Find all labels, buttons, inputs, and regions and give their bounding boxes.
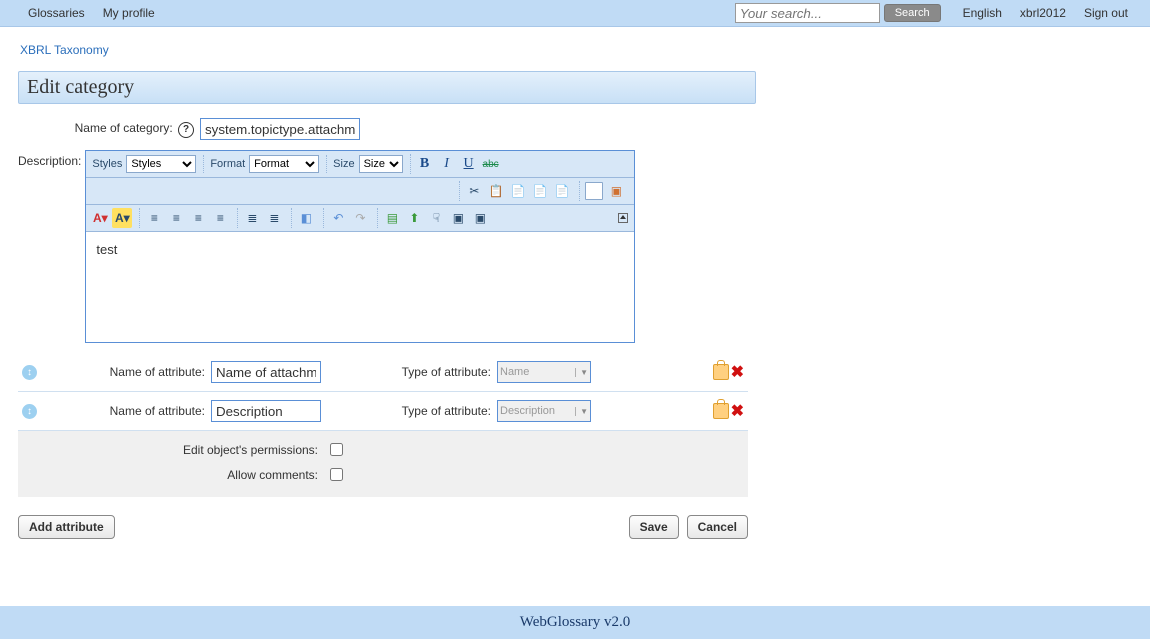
paste-button[interactable]: 📄 bbox=[508, 181, 528, 201]
permissions-section: Edit object's permissions: Allow comment… bbox=[18, 431, 748, 497]
size-select[interactable]: Size bbox=[359, 155, 403, 173]
breadcrumb[interactable]: XBRL Taxonomy bbox=[20, 43, 1132, 57]
size-label: Size bbox=[331, 158, 356, 170]
copy-button[interactable]: 📋 bbox=[486, 181, 506, 201]
redo-button[interactable]: ↷ bbox=[350, 208, 370, 228]
attr-name-input[interactable] bbox=[211, 400, 321, 422]
collapse-toolbar-button[interactable] bbox=[618, 213, 628, 223]
attr-type-label: Type of attribute: bbox=[321, 404, 497, 418]
language-link[interactable]: English bbox=[963, 6, 1002, 20]
cut-button[interactable]: ✂ bbox=[464, 181, 484, 201]
delete-icon[interactable]: ✖ bbox=[731, 401, 744, 421]
nav-my-profile[interactable]: My profile bbox=[103, 6, 155, 20]
signout-link[interactable]: Sign out bbox=[1084, 6, 1128, 20]
undo-button[interactable]: ↶ bbox=[328, 208, 348, 228]
delete-icon[interactable]: ✖ bbox=[731, 362, 744, 382]
bg-color-button[interactable]: A▾ bbox=[112, 208, 132, 228]
bold-button[interactable]: B bbox=[415, 154, 435, 174]
upload-button[interactable]: ⬆ bbox=[404, 208, 424, 228]
eraser-button[interactable]: ◧ bbox=[296, 208, 316, 228]
search-button[interactable]: Search bbox=[884, 4, 941, 22]
add-attribute-button[interactable]: Add attribute bbox=[18, 515, 115, 539]
table-button[interactable] bbox=[584, 181, 604, 201]
allow-comments-label: Allow comments: bbox=[18, 468, 326, 482]
search-form: Search bbox=[735, 3, 941, 23]
styles-select[interactable]: Styles bbox=[126, 155, 196, 173]
strikethrough-button[interactable]: abc bbox=[481, 154, 501, 174]
lock-icon[interactable] bbox=[713, 364, 729, 380]
editor-toolbar-row1: Styles Styles Format Format Size Size B … bbox=[86, 151, 634, 178]
category-name-label: Name of category: ? bbox=[18, 121, 200, 138]
ordered-list-button[interactable]: ≣ bbox=[242, 208, 262, 228]
top-nav: Glossaries My profile bbox=[10, 6, 155, 20]
attributes-section: ↕ Name of attribute: Type of attribute: … bbox=[18, 353, 748, 431]
user-link[interactable]: xbrl2012 bbox=[1020, 6, 1066, 20]
category-name-row: Name of category: ? bbox=[18, 118, 1132, 140]
editor-content[interactable]: test bbox=[86, 232, 634, 342]
rich-text-editor: Styles Styles Format Format Size Size B … bbox=[85, 150, 635, 343]
align-justify-button[interactable]: ≡ bbox=[210, 208, 230, 228]
save-button[interactable]: Save bbox=[629, 515, 679, 539]
nav-glossaries[interactable]: Glossaries bbox=[28, 6, 85, 20]
move-icon[interactable]: ↕ bbox=[22, 404, 37, 419]
paste-word-button[interactable]: 📄 bbox=[552, 181, 572, 201]
description-label: Description: bbox=[18, 150, 81, 168]
align-center-button[interactable]: ≡ bbox=[166, 208, 186, 228]
align-right-button[interactable]: ≡ bbox=[188, 208, 208, 228]
top-bar: Glossaries My profile Search English xbr… bbox=[0, 0, 1150, 27]
anchor-button[interactable]: ▣ bbox=[470, 208, 490, 228]
category-name-input[interactable] bbox=[200, 118, 360, 140]
attribute-row: ↕ Name of attribute: Type of attribute: … bbox=[18, 392, 748, 431]
help-icon[interactable]: ? bbox=[178, 122, 194, 138]
form-actions: Add attribute Save Cancel bbox=[18, 515, 748, 539]
text-color-button[interactable]: A▾ bbox=[90, 208, 110, 228]
align-left-button[interactable]: ≡ bbox=[144, 208, 164, 228]
attr-type-select[interactable]: Name▼ bbox=[497, 361, 591, 383]
page-body: XBRL Taxonomy Edit category Name of cate… bbox=[0, 27, 1150, 595]
image-button[interactable]: ▣ bbox=[606, 181, 626, 201]
allow-comments-checkbox[interactable] bbox=[330, 468, 343, 481]
styles-label: Styles bbox=[90, 158, 124, 170]
editor-toolbar-row2: ✂ 📋 📄 📄 📄 ▣ bbox=[86, 178, 634, 205]
attr-type-select[interactable]: Description▼ bbox=[497, 400, 591, 422]
cancel-button[interactable]: Cancel bbox=[687, 515, 748, 539]
link-button[interactable]: ▣ bbox=[448, 208, 468, 228]
hand-button[interactable]: ☟ bbox=[426, 208, 446, 228]
move-icon[interactable]: ↕ bbox=[22, 365, 37, 380]
format-label: Format bbox=[208, 158, 247, 170]
footer: WebGlossary v2.0 bbox=[0, 606, 1150, 639]
edit-permissions-checkbox[interactable] bbox=[330, 443, 343, 456]
unordered-list-button[interactable]: ≣ bbox=[264, 208, 284, 228]
editor-toolbar-row3: A▾ A▾ ≡ ≡ ≡ ≡ ≣ ≣ ◧ ↶ ↷ bbox=[86, 205, 634, 232]
italic-button[interactable]: I bbox=[437, 154, 457, 174]
attr-name-label: Name of attribute: bbox=[45, 365, 211, 379]
search-input[interactable] bbox=[735, 3, 880, 23]
paste-text-button[interactable]: 📄 bbox=[530, 181, 550, 201]
description-row: Description: Styles Styles Format Format… bbox=[18, 150, 1132, 343]
insert-button[interactable]: ▤ bbox=[382, 208, 402, 228]
attr-name-label: Name of attribute: bbox=[45, 404, 211, 418]
edit-permissions-label: Edit object's permissions: bbox=[18, 443, 326, 457]
lock-icon[interactable] bbox=[713, 403, 729, 419]
top-links: English xbrl2012 Sign out bbox=[963, 6, 1128, 20]
underline-button[interactable]: U bbox=[459, 154, 479, 174]
format-select[interactable]: Format bbox=[249, 155, 319, 173]
page-title: Edit category bbox=[18, 71, 756, 104]
attr-type-label: Type of attribute: bbox=[321, 365, 497, 379]
attr-name-input[interactable] bbox=[211, 361, 321, 383]
attribute-row: ↕ Name of attribute: Type of attribute: … bbox=[18, 353, 748, 392]
